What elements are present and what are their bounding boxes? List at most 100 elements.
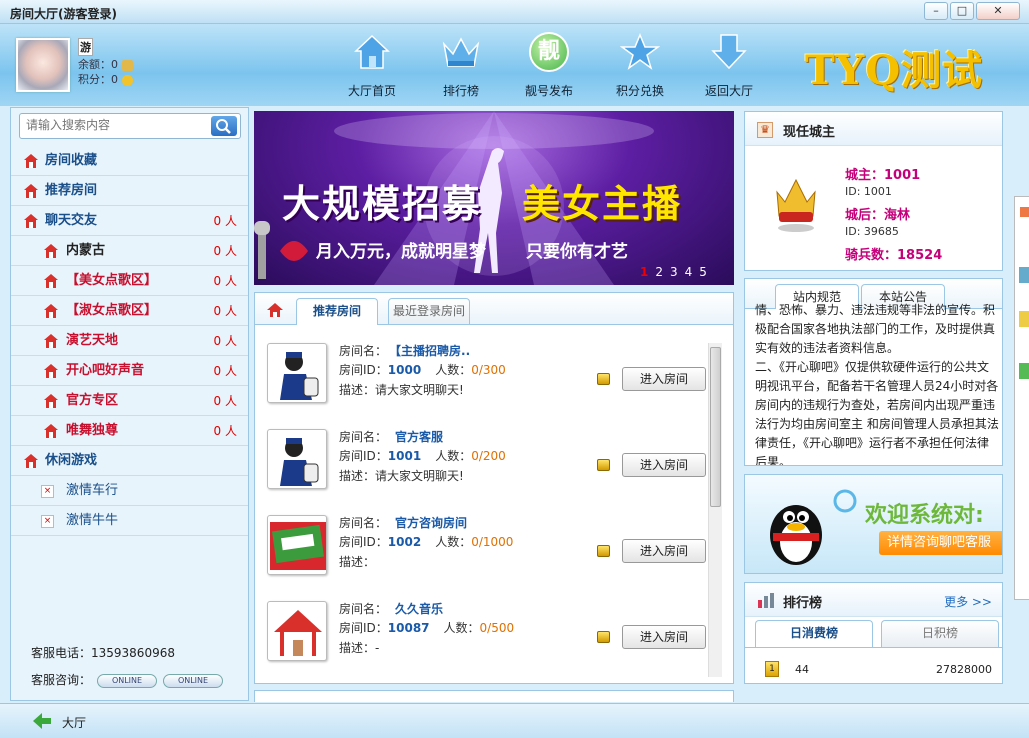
room-field-label: 人数：: [443, 621, 480, 635]
nav-pretty-number[interactable]: 靓 靓号发布: [514, 32, 584, 102]
room-thumbnail[interactable]: [267, 429, 327, 489]
city-owner-panel: ♛ 现任城主 城主：1001 ID: 1001 城后：海林 ID: 39685 …: [744, 111, 1003, 271]
lobby-label[interactable]: 大厅: [62, 714, 86, 731]
banner-page-5[interactable]: 5: [699, 265, 714, 279]
rank-medal-icon: 1: [765, 661, 779, 677]
nav-home-label: 大厅首页: [347, 84, 396, 98]
tab-recent-rooms[interactable]: 最近登录房间: [388, 298, 470, 324]
room-field-label: 房间ID：: [339, 621, 388, 635]
room-thumbnail[interactable]: [267, 343, 327, 403]
ranking-more-link[interactable]: 更多 >>: [944, 593, 992, 610]
banner-page-3[interactable]: 3: [670, 265, 685, 279]
side-tool-icon[interactable]: [1019, 363, 1029, 379]
app-window: 房间大厅(游客登录) – □ ✕ 游 余额：0 积分：0 大厅首页 排行榜 靓 …: [0, 0, 1029, 738]
notice-text: 情、恐怖、暴力、违法违规等非法的宣传。积极配合国家各地执法部门的工作，及时提供真…: [755, 303, 999, 466]
floating-side-toolbar[interactable]: [1014, 196, 1029, 600]
menu-item[interactable]: × 激情车行: [11, 476, 248, 506]
tab-daily-spend[interactable]: 日消费榜: [755, 620, 873, 647]
crown-emblem-icon: [776, 178, 816, 232]
room-field-value: 1002: [387, 535, 422, 549]
room-field-value: 10087: [387, 621, 430, 635]
online-service-button[interactable]: ONLINE: [163, 673, 224, 688]
city-owner-header: ♛ 现任城主: [745, 112, 1002, 146]
search-button[interactable]: [211, 116, 237, 136]
room-card: 房间名： 官方咨询房间 房间ID：1002 人数：0/1000 描述： 进入房间: [267, 515, 706, 595]
close-button[interactable]: ✕: [976, 2, 1020, 20]
back-arrow-icon[interactable]: [32, 712, 52, 730]
tab-recommended-rooms[interactable]: 推荐房间: [296, 298, 378, 325]
room-field-label: 人数：: [435, 449, 472, 463]
banner-page-4[interactable]: 4: [685, 265, 700, 279]
room-field-label: 描述：: [339, 641, 376, 655]
lord-label: 城主：: [845, 168, 885, 183]
balance-label: 余额：: [78, 58, 111, 71]
room-thumbnail[interactable]: [267, 601, 327, 661]
crown-icon: [441, 32, 481, 72]
enter-room-button[interactable]: 进入房间: [622, 367, 706, 391]
rank-divider: [745, 647, 1002, 648]
side-tool-icon[interactable]: [1019, 311, 1029, 327]
side-tool-icon[interactable]: [1020, 207, 1029, 217]
menu-item-count: 0 人: [213, 394, 237, 408]
menu-item[interactable]: 【美女点歌区】 0 人: [11, 266, 248, 296]
enter-room-button[interactable]: 进入房间: [622, 539, 706, 563]
menu-item-label: 官方专区: [66, 393, 119, 408]
menu-item-count: 0 人: [213, 214, 237, 228]
home-icon: [44, 304, 58, 318]
coin-icon: [122, 74, 133, 86]
room-desc-row: 描述：请大家文明聊天!: [339, 381, 464, 398]
header: 游 余额：0 积分：0 大厅首页 排行榜 靓 靓号发布 积分兑换 返回大厅 TY…: [0, 24, 1029, 106]
menu-item-count: 0 人: [213, 244, 237, 258]
scrollbar-thumb[interactable]: [710, 347, 721, 507]
menu-item-label: 房间收藏: [45, 153, 98, 168]
pretty-number-glyph: 靓: [529, 32, 569, 72]
promo-consult-button[interactable]: 详情咨询聊吧客服: [879, 531, 1002, 555]
room-field-value: 【主播招聘房..: [395, 344, 471, 358]
menu-item[interactable]: 开心吧好声音 0 人: [11, 356, 248, 386]
room-field-value: 请大家文明聊天!: [375, 383, 464, 397]
room-field-label: 房间ID：: [339, 535, 388, 549]
menu-item[interactable]: 休闲游戏: [11, 446, 248, 476]
nav-points-exchange-label: 积分兑换: [615, 84, 664, 98]
menu-item[interactable]: 房间收藏: [11, 146, 248, 176]
home-icon: [44, 424, 58, 438]
banner-slogan-2: 只要你有才艺: [526, 242, 628, 262]
window-title: 房间大厅(游客登录): [10, 7, 117, 21]
menu-item[interactable]: 聊天交友 0 人: [11, 206, 248, 236]
room-field-label: 房间名：: [339, 430, 388, 444]
minimize-button[interactable]: –: [924, 2, 948, 20]
enter-room-button[interactable]: 进入房间: [622, 453, 706, 477]
banner-page-1[interactable]: 1: [640, 265, 655, 279]
nav-ranking[interactable]: 排行榜: [426, 32, 496, 102]
star-icon: [620, 32, 660, 72]
nav-points-exchange[interactable]: 积分兑换: [605, 32, 675, 102]
nav-home[interactable]: 大厅首页: [337, 32, 407, 102]
menu-item-count: 0 人: [213, 364, 237, 378]
room-field-label: 房间名：: [339, 344, 388, 358]
search-bubble-icon: [833, 489, 857, 513]
tab-daily-points[interactable]: 日积榜: [881, 620, 999, 647]
menu-item[interactable]: 【淑女点歌区】 0 人: [11, 296, 248, 326]
menu-item[interactable]: 演艺天地 0 人: [11, 326, 248, 356]
menu-item[interactable]: 唯舞独尊 0 人: [11, 416, 248, 446]
banner-page-2[interactable]: 2: [655, 265, 670, 279]
room-field-label: 房间名：: [339, 516, 388, 530]
maximize-button[interactable]: □: [950, 2, 974, 20]
nav-back-lobby[interactable]: 返回大厅: [694, 32, 764, 102]
enter-room-button[interactable]: 进入房间: [622, 625, 706, 649]
side-tool-icon[interactable]: [1019, 267, 1029, 283]
menu-item-label: 聊天交友: [45, 213, 98, 228]
room-list-scrollbar[interactable]: [708, 343, 722, 677]
room-thumbnail[interactable]: [267, 515, 327, 575]
menu-item[interactable]: 官方专区 0 人: [11, 386, 248, 416]
menu-item[interactable]: 推荐房间: [11, 176, 248, 206]
menu-item[interactable]: 内蒙古 0 人: [11, 236, 248, 266]
online-service-button[interactable]: ONLINE: [97, 673, 158, 688]
recruit-banner[interactable]: 大规模招募 美女主播 月入万元，成就明星梦 只要你有才艺 12345: [254, 111, 734, 285]
welcome-promo[interactable]: 欢迎系统对: 详情咨询聊吧客服: [744, 474, 1003, 574]
room-field-value: -: [375, 641, 380, 655]
menu-item[interactable]: × 激情牛牛: [11, 506, 248, 536]
search-input[interactable]: [26, 118, 196, 132]
lord-value: 1001: [884, 168, 921, 183]
user-avatar[interactable]: [16, 38, 70, 92]
